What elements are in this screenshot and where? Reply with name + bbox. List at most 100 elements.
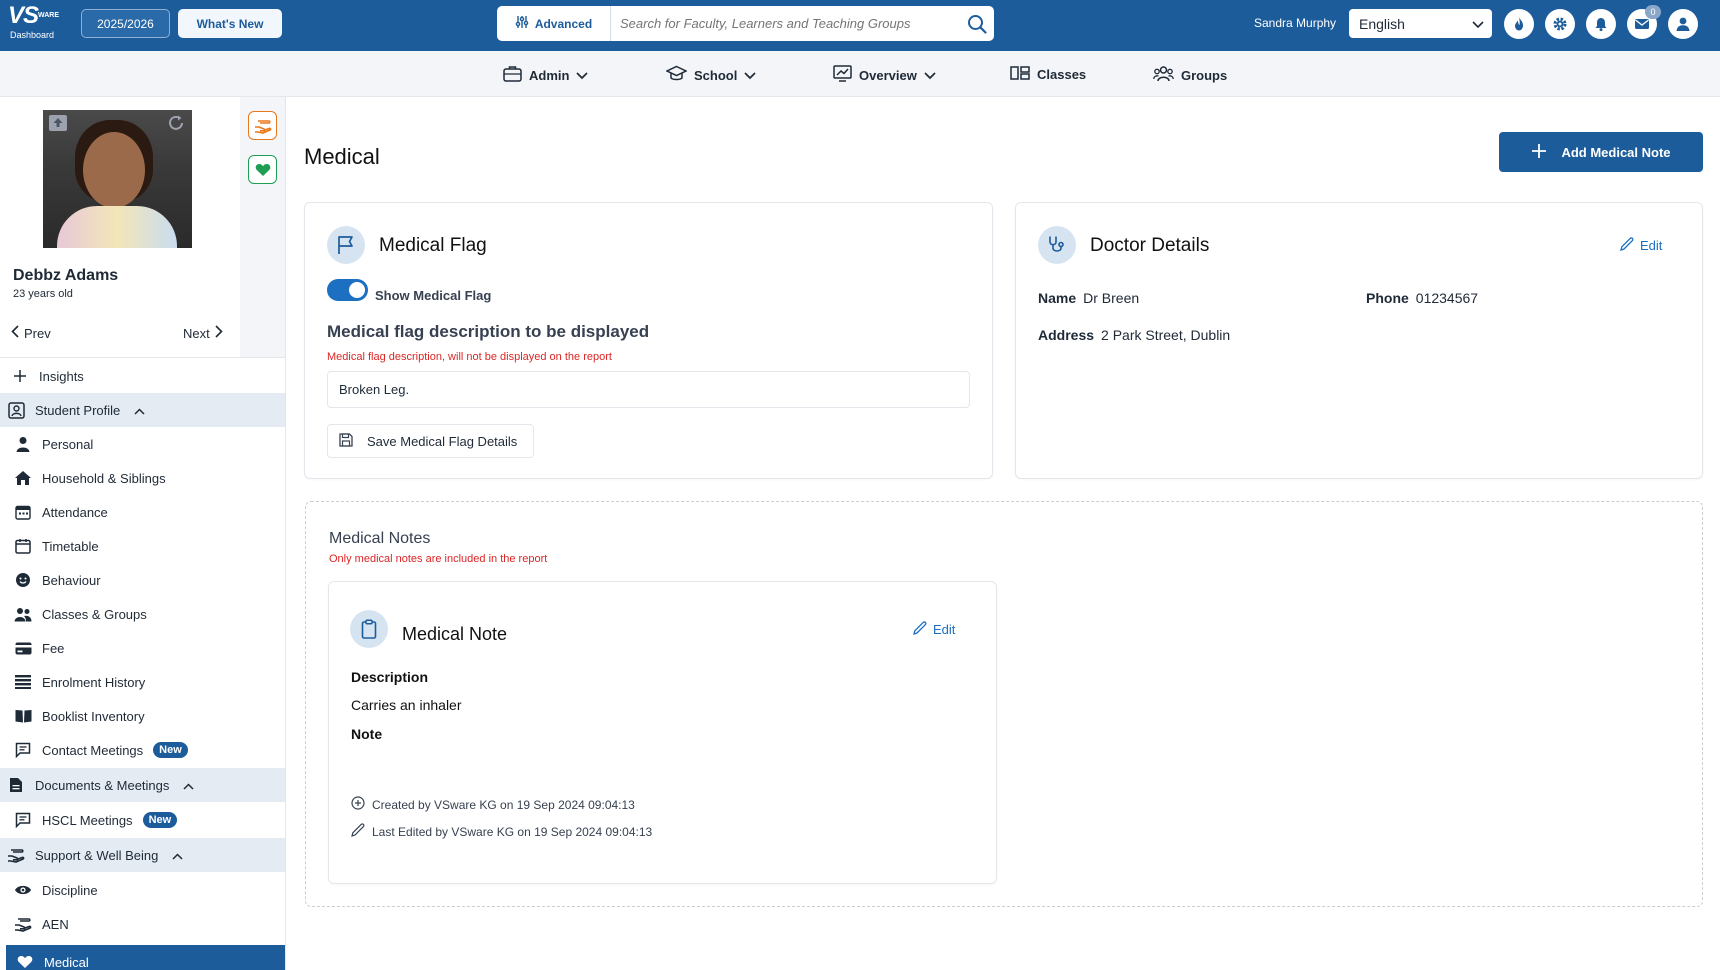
sidebar-item-label: Insights bbox=[39, 368, 84, 384]
upload-icon[interactable] bbox=[46, 112, 70, 134]
sidebar-item-label: Classes & Groups bbox=[42, 606, 147, 622]
note-edited-meta: Last Edited by VSware KG on 19 Sep 2024 … bbox=[351, 823, 652, 840]
main-nav: Admin School Overview Classes Groups bbox=[0, 51, 1720, 97]
sidebar-item-behaviour[interactable]: Behaviour bbox=[0, 563, 285, 597]
sidebar-item-label: Household & Siblings bbox=[42, 470, 166, 486]
plus-circle-icon bbox=[351, 796, 365, 813]
flag-description-note: Medical flag description, will not be di… bbox=[327, 351, 612, 363]
doctor-name-label: Name bbox=[1038, 290, 1077, 306]
nav-classes-label: Classes bbox=[1037, 67, 1087, 82]
pencil-icon bbox=[351, 823, 365, 840]
flag-icon bbox=[327, 226, 365, 264]
flag-description-input[interactable] bbox=[327, 371, 970, 408]
show-medical-flag-toggle[interactable] bbox=[327, 279, 368, 301]
add-medical-note-button[interactable]: Add Medical Note bbox=[1499, 132, 1703, 172]
chevron-up-icon bbox=[134, 403, 145, 418]
chevron-down-icon bbox=[1472, 16, 1484, 32]
next-label: Next bbox=[183, 325, 210, 341]
sidebar-item-label: Medical bbox=[44, 954, 89, 970]
person-icon bbox=[13, 434, 33, 454]
doctor-address-row: Address 2 Park Street, Dublin bbox=[1038, 327, 1230, 343]
sidebar-item-timetable[interactable]: Timetable bbox=[0, 529, 285, 563]
sidebar-item-insights[interactable]: Insights bbox=[0, 359, 285, 393]
medical-notes-section: Medical Notes Only medical notes are inc… bbox=[305, 501, 1703, 907]
search-icon[interactable] bbox=[960, 14, 994, 34]
doctor-details-title: Doctor Details bbox=[1090, 235, 1210, 256]
sidebar-item-enrolment[interactable]: Enrolment History bbox=[0, 665, 285, 699]
clipboard-icon bbox=[350, 610, 388, 648]
nav-groups-label: Groups bbox=[1181, 67, 1228, 83]
nav-admin[interactable]: Admin bbox=[503, 65, 589, 85]
notifications-bell-icon[interactable] bbox=[1586, 9, 1616, 39]
sidebar-section-label: Documents & Meetings bbox=[35, 777, 170, 793]
mail-count-badge: 0 bbox=[1645, 5, 1661, 19]
sidebar-item-label: Contact Meetings bbox=[42, 742, 144, 758]
card-icon bbox=[13, 638, 33, 658]
sidebar-item-classes-groups[interactable]: Classes & Groups bbox=[0, 597, 285, 631]
nav-overview[interactable]: Overview bbox=[833, 65, 936, 85]
edit-doctor-button[interactable]: Edit bbox=[1620, 237, 1662, 254]
academic-year-button[interactable]: 2025/2026 bbox=[81, 9, 170, 38]
medical-note-card: Medical Note Edit Description Carries an… bbox=[328, 581, 997, 884]
sidebar-item-label: Attendance bbox=[42, 504, 108, 520]
home-icon bbox=[13, 468, 33, 488]
smiley-icon bbox=[13, 570, 33, 590]
save-medical-flag-button[interactable]: Save Medical Flag Details bbox=[327, 424, 534, 458]
plus-icon bbox=[1531, 143, 1547, 162]
language-value: English bbox=[1359, 15, 1405, 32]
sidebar-item-household[interactable]: Household & Siblings bbox=[0, 461, 285, 495]
sidebar-item-attendance[interactable]: Attendance bbox=[0, 495, 285, 529]
show-medical-flag-label: Show Medical Flag bbox=[375, 288, 492, 303]
chevron-down-icon bbox=[576, 68, 589, 83]
edit-medical-note-button[interactable]: Edit bbox=[913, 621, 955, 638]
sidebar-item-medical[interactable]: Medical bbox=[6, 945, 285, 970]
sidebar-item-discipline[interactable]: Discipline bbox=[0, 873, 285, 907]
vsware-logo[interactable]: VSWARE Dashboard bbox=[8, 2, 59, 46]
sidebar-item-fee[interactable]: Fee bbox=[0, 631, 285, 665]
pencil-icon bbox=[1620, 237, 1634, 254]
gear-icon[interactable] bbox=[1545, 9, 1575, 39]
next-student-button[interactable]: Next bbox=[183, 325, 223, 341]
sidebar-item-hscl-meetings[interactable]: HSCL Meetings New bbox=[0, 803, 285, 837]
whats-new-button[interactable]: What's New bbox=[178, 9, 282, 38]
sidebar-section-student-profile[interactable]: Student Profile bbox=[0, 393, 285, 427]
medical-heart-icon[interactable] bbox=[248, 155, 277, 184]
logo-caption: Dashboard bbox=[9, 30, 55, 40]
nav-groups[interactable]: Groups bbox=[1153, 65, 1227, 85]
advanced-search-button[interactable]: Advanced bbox=[497, 6, 611, 41]
sidebar-item-label: Enrolment History bbox=[42, 674, 146, 690]
student-age: 23 years old bbox=[13, 288, 73, 300]
sliders-icon bbox=[515, 15, 529, 32]
graduation-cap-icon bbox=[665, 65, 688, 85]
add-medical-note-label: Add Medical Note bbox=[1561, 144, 1671, 160]
note-created-text: Created by VSware KG on 19 Sep 2024 09:0… bbox=[372, 797, 635, 812]
doctor-name-value: Dr Breen bbox=[1083, 290, 1140, 306]
edit-label: Edit bbox=[1640, 238, 1663, 253]
sidebar-item-aen[interactable]: AEN bbox=[0, 907, 285, 941]
support-hands-icon[interactable] bbox=[248, 111, 277, 140]
chevron-right-icon bbox=[215, 325, 223, 341]
nav-school[interactable]: School bbox=[665, 65, 756, 85]
search-input[interactable] bbox=[611, 8, 960, 39]
doctor-phone-value: 01234567 bbox=[1415, 290, 1479, 306]
sidebar-item-booklist[interactable]: Booklist Inventory bbox=[0, 699, 285, 733]
save-medical-flag-label: Save Medical Flag Details bbox=[367, 433, 518, 449]
user-account-icon[interactable] bbox=[1668, 9, 1698, 39]
sidebar-section-label: Support & Well Being bbox=[35, 847, 159, 863]
sidebar-item-label: Personal bbox=[42, 436, 94, 452]
sidebar-section-support[interactable]: Support & Well Being bbox=[0, 838, 285, 872]
support-hands-icon bbox=[6, 845, 26, 865]
nav-classes[interactable]: Classes bbox=[1010, 65, 1086, 84]
refresh-icon[interactable] bbox=[164, 112, 188, 134]
support-hands-icon bbox=[13, 914, 33, 934]
flame-icon[interactable] bbox=[1504, 9, 1534, 39]
save-icon bbox=[339, 432, 353, 450]
language-select[interactable]: English bbox=[1349, 9, 1492, 38]
sidebar-item-personal[interactable]: Personal bbox=[0, 427, 285, 461]
note-description-value: Carries an inhaler bbox=[351, 697, 462, 713]
heart-icon bbox=[15, 952, 35, 970]
note-description-label: Description bbox=[351, 669, 429, 685]
prev-student-button[interactable]: Prev bbox=[11, 325, 51, 341]
sidebar-section-documents-meetings[interactable]: Documents & Meetings bbox=[0, 768, 285, 802]
sidebar-item-contact-meetings[interactable]: Contact Meetings New bbox=[0, 733, 285, 767]
